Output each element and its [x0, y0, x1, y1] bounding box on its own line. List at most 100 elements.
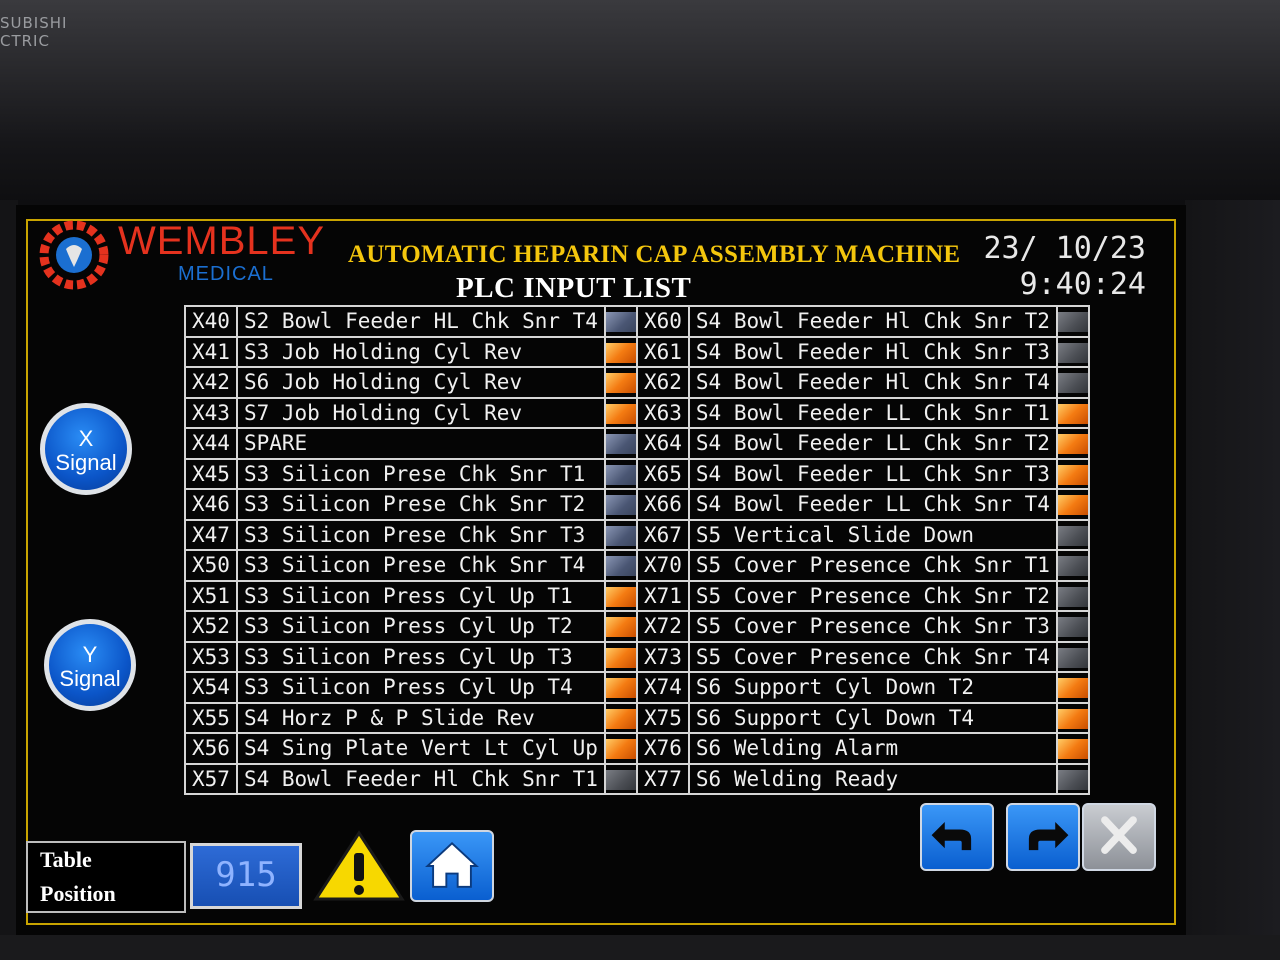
- input-address-right: X61: [635, 335, 690, 368]
- input-description-left: S4 Sing Plate Vert Lt Cyl Up: [235, 732, 606, 765]
- company-logo: WEMBLEY MEDICAL: [38, 213, 338, 291]
- input-address-right: X72: [635, 610, 690, 643]
- forward-button[interactable]: [1006, 803, 1080, 871]
- input-address-left: X41: [184, 335, 238, 368]
- logo-main-text: WEMBLEY: [118, 219, 326, 263]
- monitor-bezel-top: [0, 0, 1280, 205]
- status-lamp: [605, 312, 636, 333]
- input-address-left: X43: [184, 396, 238, 429]
- input-status-cell-right: [1055, 549, 1090, 582]
- status-lamp: [605, 617, 636, 638]
- redo-arrow-icon: [1028, 821, 1069, 851]
- input-address-left: X56: [184, 732, 238, 765]
- input-address-right: X71: [635, 579, 690, 612]
- status-lamp: [1057, 495, 1088, 516]
- device-brand-text: SUBISHI CTRIC: [0, 14, 67, 50]
- status-lamp: [605, 556, 636, 577]
- input-address-right: X70: [635, 549, 690, 582]
- status-lamp: [1057, 403, 1088, 424]
- input-description-left: S2 Bowl Feeder HL Chk Snr T4: [235, 305, 606, 338]
- input-description-right: S6 Support Cyl Down T2: [687, 671, 1058, 704]
- table-position-label-line2: Position: [40, 881, 116, 906]
- status-lamp: [1057, 556, 1088, 577]
- table-row: X40 S2 Bowl Feeder HL Chk Snr T4 X60 S4 Bow…: [184, 305, 1090, 338]
- input-description-left: S3 Silicon Prese Chk Snr T4: [235, 549, 606, 582]
- warning-button[interactable]: [312, 829, 406, 903]
- status-lamp: [605, 647, 636, 668]
- table-row: X56 S4 Sing Plate Vert Lt Cyl Up X76 S6 Wel…: [184, 732, 1090, 765]
- input-status-cell-right: [1055, 640, 1090, 673]
- warning-icon: [313, 830, 405, 901]
- input-status-cell-right: [1055, 396, 1090, 429]
- input-status-cell-left: [603, 762, 638, 795]
- home-button[interactable]: [410, 830, 494, 902]
- device-brand-line1: SUBISHI: [0, 14, 68, 32]
- input-address-right: X66: [635, 488, 690, 521]
- date-display: 23/ 10/23: [983, 231, 1146, 266]
- y-signal-line2: Signal: [59, 666, 121, 691]
- input-status-cell-left: [603, 579, 638, 612]
- table-position-label-line1: Table: [40, 847, 92, 872]
- status-lamp: [1057, 708, 1088, 729]
- status-lamp: [1057, 647, 1088, 668]
- input-status-cell-left: [603, 640, 638, 673]
- input-address-right: X77: [635, 762, 690, 795]
- hmi-screen: WEMBLEY MEDICAL AUTOMATIC HEPARIN CAP AS…: [16, 205, 1186, 935]
- status-lamp: [605, 678, 636, 699]
- input-status-cell-left: [603, 335, 638, 368]
- input-status-cell-right: [1055, 518, 1090, 551]
- input-status-cell-left: [603, 549, 638, 582]
- close-button[interactable]: [1082, 803, 1156, 871]
- table-row: X42 S6 Job Holding Cyl Rev X62 S4 Bowl Feed…: [184, 366, 1090, 399]
- input-description-left: S3 Silicon Press Cyl Up T2: [235, 610, 606, 643]
- table-row: X46 S3 Silicon Prese Chk Snr T2 X66 S4 Bowl…: [184, 488, 1090, 521]
- table-position-value: 915: [190, 843, 302, 909]
- input-address-left: X57: [184, 762, 238, 795]
- input-address-right: X76: [635, 732, 690, 765]
- status-lamp: [1057, 769, 1088, 790]
- input-address-left: X53: [184, 640, 238, 673]
- plc-input-table: X40 S2 Bowl Feeder HL Chk Snr T4 X60 S4 Bow…: [184, 305, 1090, 795]
- input-description-left: S3 Silicon Prese Chk Snr T1: [235, 457, 606, 490]
- back-button[interactable]: [920, 803, 994, 871]
- machine-title: AUTOMATIC HEPARIN CAP ASSEMBLY MACHINE: [348, 241, 961, 268]
- y-signal-button[interactable]: Y Signal: [44, 619, 136, 711]
- input-address-left: X47: [184, 518, 238, 551]
- device-brand-line2: CTRIC: [0, 32, 50, 50]
- status-lamp: [605, 342, 636, 363]
- status-lamp: [1057, 464, 1088, 485]
- input-description-right: S4 Bowl Feeder LL Chk Snr T3: [687, 457, 1058, 490]
- input-description-left: S3 Silicon Press Cyl Up T1: [235, 579, 606, 612]
- status-lamp: [1057, 434, 1088, 455]
- close-icon: [1101, 816, 1137, 854]
- input-address-left: X51: [184, 579, 238, 612]
- input-address-right: X62: [635, 366, 690, 399]
- input-status-cell-right: [1055, 488, 1090, 521]
- input-description-left: S3 Silicon Press Cyl Up T4: [235, 671, 606, 704]
- status-lamp: [1057, 739, 1088, 760]
- input-address-right: X67: [635, 518, 690, 551]
- input-address-left: X40: [184, 305, 238, 338]
- status-lamp: [605, 586, 636, 607]
- table-row: X54 S3 Silicon Press Cyl Up T4 X74 S6 Suppo…: [184, 671, 1090, 704]
- input-status-cell-left: [603, 671, 638, 704]
- input-description-left: S6 Job Holding Cyl Rev: [235, 366, 606, 399]
- input-address-right: X73: [635, 640, 690, 673]
- input-description-left: S3 Job Holding Cyl Rev: [235, 335, 606, 368]
- input-address-right: X74: [635, 671, 690, 704]
- status-lamp: [605, 434, 636, 455]
- x-signal-button[interactable]: X Signal: [40, 403, 132, 495]
- input-status-cell-right: [1055, 701, 1090, 734]
- input-status-cell-right: [1055, 732, 1090, 765]
- input-description-left: S4 Bowl Feeder Hl Chk Snr T1: [235, 762, 606, 795]
- input-description-right: S6 Welding Alarm: [687, 732, 1058, 765]
- input-status-cell-right: [1055, 366, 1090, 399]
- input-description-right: S4 Bowl Feeder LL Chk Snr T2: [687, 427, 1058, 460]
- input-address-left: X54: [184, 671, 238, 704]
- status-lamp: [1057, 586, 1088, 607]
- input-address-right: X64: [635, 427, 690, 460]
- input-status-cell-left: [603, 427, 638, 460]
- input-status-cell-left: [603, 457, 638, 490]
- status-lamp: [605, 739, 636, 760]
- table-row: X43 S7 Job Holding Cyl Rev X63 S4 Bowl Feed…: [184, 396, 1090, 429]
